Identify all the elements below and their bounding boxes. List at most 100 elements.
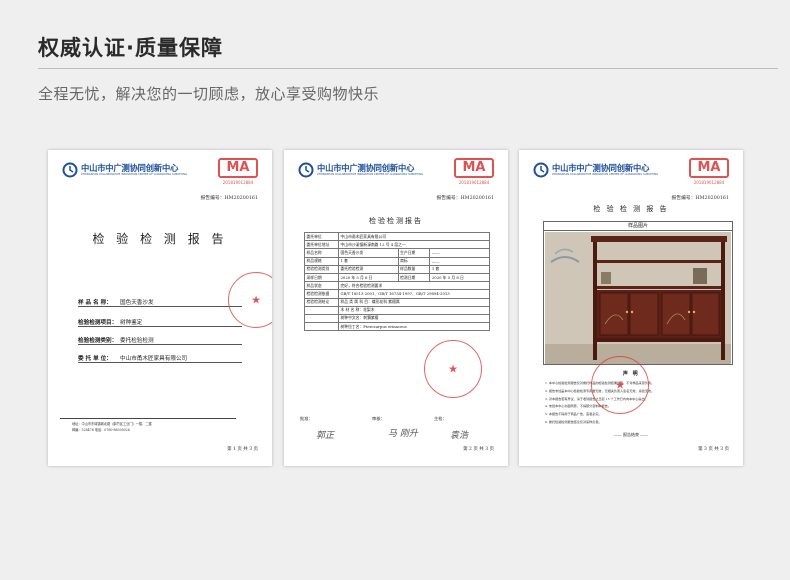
table-row: 检验检测依据 GB/T 18513-2001、GB/T 16734-1997、GB…: [304, 289, 490, 299]
table-label-cell: [304, 322, 339, 332]
footer-divider: [60, 418, 236, 419]
table-row: 样品规格 1 套商标 ——: [304, 256, 490, 266]
ma-certification-mark: MA: [218, 158, 258, 178]
org-logo-icon: [62, 162, 78, 178]
table-label-cell: 检验检测类别: [304, 264, 339, 274]
table-value-cell: 完好，符合检验检测要求: [338, 281, 490, 291]
report-title: 检 验 检 测 报 告: [593, 205, 669, 213]
field-value: 中山市甬木匠家具有限公司: [120, 356, 188, 362]
report-end-text: —— 报告结束 ——: [613, 432, 649, 437]
signature-approver: 郭正: [316, 431, 335, 441]
org-subtitle: ZHONGSHAN COLLABORATIVE INNOVATION CENTE…: [552, 173, 659, 176]
table-label-cell: 采样日期: [304, 272, 339, 283]
report-data-page[interactable]: 中山市中广测协同创新中心 ZHONGSHAN COLLABORATIVE INN…: [284, 150, 508, 466]
report-photo-page[interactable]: 中山市中广测协同创新中心 ZHONGSHAN COLLABORATIVE INN…: [519, 150, 743, 466]
sign-label-inspector: 主检：: [434, 416, 447, 421]
official-seal: ★: [424, 340, 482, 398]
signature-reviewer: 马 刚升: [388, 429, 418, 439]
ma-number: 2018190128​84: [693, 180, 725, 185]
declaration-item: 5. 本报告不得用于商品广告，违者必究。: [545, 412, 602, 417]
official-seal: ★: [591, 356, 649, 414]
field-value: 委托检验检测: [120, 338, 154, 344]
table-value-cell: 中山市甬木匠家具有限公司: [338, 231, 490, 242]
table-row: 采样日期 2020 年 5 月 6 日检测日期 2020 年 5 月 8 日: [304, 272, 490, 283]
table-value-cell: 国色天香沙发: [338, 248, 399, 258]
sample-name-row: 样 品 名 称： 国色天香沙发: [78, 296, 242, 307]
signature-inspector: 袁浩: [450, 431, 469, 441]
report-number: 报告编号：HM20200161: [436, 196, 495, 201]
field-value: 国色天香沙发: [120, 300, 154, 306]
table-value-cell: 树种拉丁名：Pterocarpus erinaceus: [338, 322, 490, 332]
report-data-table: 委托单位 中山市甬木匠家具有限公司 委托单位地址 中山市沙溪镇新濠南路 12 号 4 …: [304, 231, 490, 332]
table-value-cell: GB/T 18513-2001、GB/T 16734-1997、GB/T 298…: [338, 289, 490, 299]
table-label-cell: 样品状态: [304, 281, 339, 291]
table-label-cell: [304, 305, 339, 315]
seal-star-icon: ★: [251, 293, 261, 307]
table-value-cell: 木 材 名 称：花梨木: [338, 305, 490, 315]
client-row: 委 托 单 位： 中山市甬木匠家具有限公司: [78, 352, 242, 363]
declaration-item: 6. 委托检验检测报告结论仅对来样负责。: [545, 419, 602, 424]
table-value-cell: 委托检验检测: [338, 264, 399, 274]
sample-photo-frame: 样品图片: [543, 221, 733, 365]
table-label-cell: 委托单位: [304, 231, 339, 242]
report-title: 检 验 检 测 报 告: [92, 232, 228, 246]
report-number: 报告编号：HM20200161: [200, 196, 259, 201]
table-row: 木 材 名 称：花梨木: [304, 305, 490, 315]
org-subtitle: ZHONGSHAN COLLABORATIVE INNOVATION CENTE…: [317, 173, 424, 176]
table-row: 委托单位地址 中山市沙溪镇新濠南路 12 号 4 层之一: [304, 240, 490, 250]
org-logo-icon: [533, 162, 549, 178]
table-label-cell: 检验检测结论: [304, 297, 339, 307]
report-cover-page[interactable]: 中山市中广测协同创新中心 ZHONGSHAN COLLABORATIVE INN…: [48, 150, 272, 466]
table-row: 委托单位 中山市甬木匠家具有限公司: [304, 231, 490, 242]
photo-label: 样品图片: [544, 222, 732, 231]
footer-address: 地址：中山市东城镇城北路（鹤竹区工业门）一楼、二楼: [72, 422, 152, 426]
table-value-cell: 树种中文名：刺猬紫檀: [338, 313, 490, 324]
ma-certification-mark: MA: [454, 158, 494, 178]
table-label-cell: 检验检测依据: [304, 289, 339, 299]
sign-label-review: 审核：: [372, 416, 385, 421]
table-value-cell: ——: [429, 248, 490, 258]
table-value-cell: ——: [429, 256, 490, 266]
page-number: 第 1 页 共 3 页: [227, 447, 258, 452]
field-label: 委 托 单 位：: [78, 356, 112, 362]
table-row: 样品状态 完好，符合检验检测要求: [304, 281, 490, 291]
table-label-cell: 检测日期: [397, 272, 431, 283]
ma-number: 2018190128​84: [458, 180, 490, 185]
test-item-row: 检验检测项目： 树种鉴定: [78, 316, 242, 327]
table-value-cell: 2020 年 5 月 6 日: [338, 272, 399, 283]
field-value: 树种鉴定: [120, 320, 143, 326]
report-number: 报告编号：HM20200161: [671, 196, 730, 201]
page-number: 第 2 页 共 3 页: [463, 447, 494, 452]
table-row: 检验检测类别 委托检验检测 样品数量 1 套: [304, 264, 490, 274]
table-row: 树种拉丁名：Pterocarpus erinaceus: [304, 322, 490, 332]
table-label-cell: [304, 313, 339, 324]
furniture-cabinet-photo: [545, 232, 731, 364]
header-divider: [38, 68, 778, 69]
report-title: 检验检测报告: [369, 217, 423, 225]
page-subtitle: 全程无忧，解决您的一切顾虑，放心享受购物快乐: [38, 85, 380, 103]
table-value-cell: 样品 类 属 科 目：蝶形花科 紫檀属: [338, 297, 490, 307]
table-value-cell: 1 套: [338, 256, 399, 266]
sign-label-approve: 批准：: [300, 416, 313, 421]
table-row: 检验检测结论 样品 类 属 科 目：蝶形花科 紫檀属: [304, 297, 490, 307]
table-label-cell: 商标: [397, 256, 431, 266]
field-label: 检验检测项目：: [78, 320, 118, 326]
footer-contact: 邮编：528476 电话：0760-86305026: [72, 428, 130, 432]
page-number: 第 3 页 共 3 页: [698, 447, 729, 452]
seal-star-icon: ★: [448, 362, 458, 376]
table-label-cell: 生产日期: [397, 248, 431, 258]
table-label-cell: 样品规格: [304, 256, 339, 266]
test-category-row: 检验检测类别： 委托检验检测: [78, 334, 242, 345]
table-label-cell: 委托单位地址: [304, 240, 339, 250]
field-label: 检验检测类别：: [78, 338, 118, 344]
table-row: 树种中文名：刺猬紫檀: [304, 313, 490, 324]
seal-star-icon: ★: [615, 378, 625, 392]
page-title: 权威认证·质量保障: [38, 36, 223, 60]
table-value-cell: 1 套: [429, 264, 490, 274]
table-row: 样品名称 国色天香沙发 生产日期 ——: [304, 248, 490, 258]
ma-certification-mark: MA: [689, 158, 729, 178]
table-value-cell: 2020 年 5 月 8 日: [429, 272, 490, 283]
org-subtitle: ZHONGSHAN COLLABORATIVE INNOVATION CENTE…: [81, 173, 188, 176]
table-label-cell: 样品数量: [397, 264, 431, 274]
field-label: 样 品 名 称：: [78, 300, 112, 306]
